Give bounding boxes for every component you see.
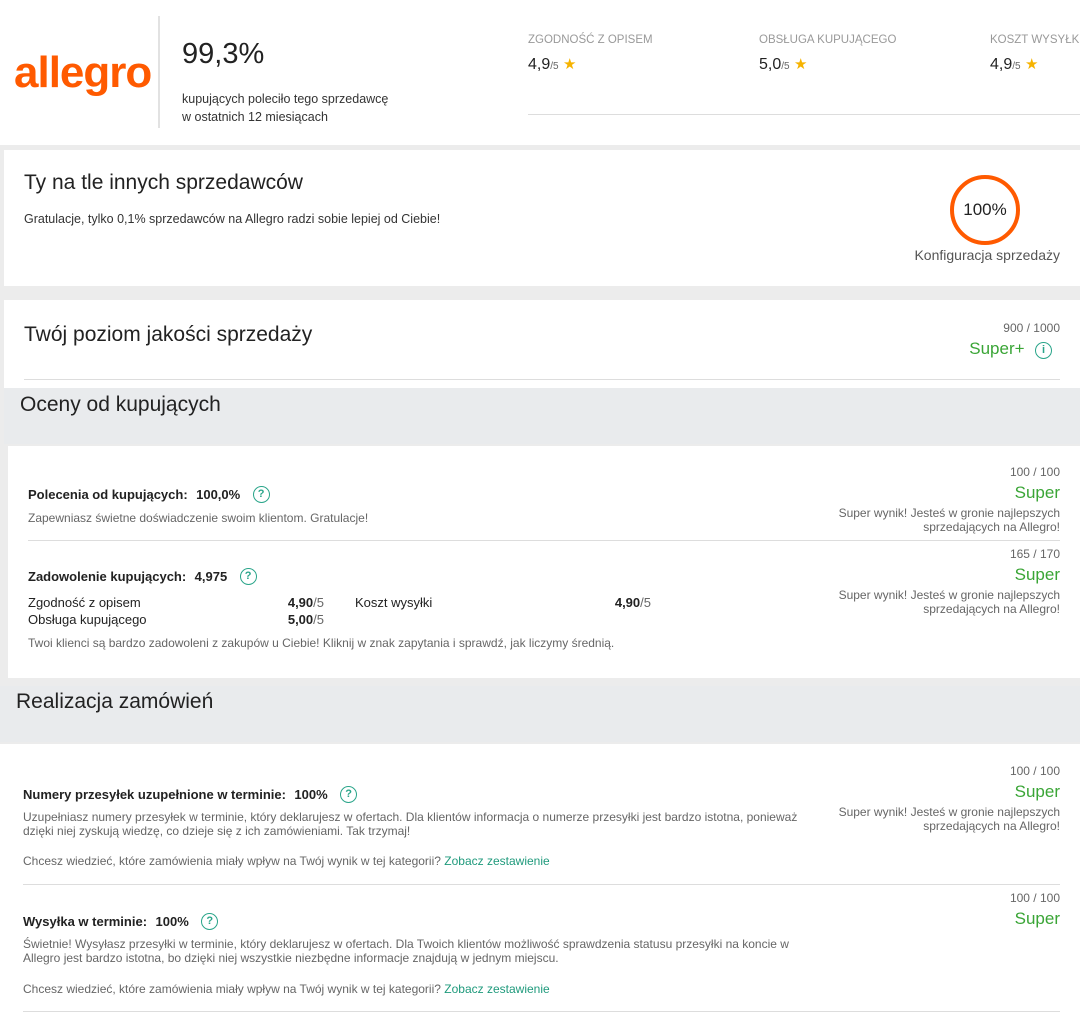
quality-level: Super+: [969, 339, 1025, 358]
item-value: 4,90: [287, 595, 314, 610]
recommend-text-line1: kupujących poleciło tego sprzedawcę: [182, 92, 389, 106]
satisfaction-item-desc: Zgodność z opisem 4,90/5: [28, 595, 324, 610]
tracking-score-block: 100 / 100 Super Super wynik! Jesteś w gr…: [830, 764, 1060, 833]
ratings-section-title: Oceny od kupujących: [20, 393, 221, 416]
header-divider: [158, 16, 160, 128]
item-scale: /5: [313, 595, 324, 610]
compare-text: Gratulacje, tylko 0,1% sprzedawców na Al…: [24, 212, 441, 226]
item-value: 4,90: [614, 595, 641, 610]
recommendations-label: Polecenia od kupujących:: [28, 487, 188, 502]
recommendations-score-block: 100 / 100 Super Super wynik! Jesteś w gr…: [830, 465, 1060, 534]
rating-value-row: 5,0/5 ★: [759, 55, 896, 74]
rating-desc: ZGODNOŚĆ Z OPISEM 4,9/5 ★: [528, 34, 653, 74]
question-icon[interactable]: ?: [239, 568, 257, 586]
satisfaction-item-service: Obsługa kupującego 5,00/5: [28, 612, 324, 627]
star-icon: ★: [794, 56, 808, 73]
tracking-label: Numery przesyłek uzupełnione w terminie:: [23, 787, 286, 802]
rating-label: ZGODNOŚĆ Z OPISEM: [528, 34, 653, 46]
orders-bottom-divider: [23, 1011, 1060, 1012]
orders-section-title: Realizacja zamówień: [16, 690, 214, 713]
shipping-score-block: 100 / 100 Super: [1010, 891, 1060, 929]
recommendations-level: Super: [1014, 483, 1060, 502]
rating-label: OBSŁUGA KUPUJĄCEGO: [759, 34, 897, 46]
quality-title: Twój poziom jakości sprzedaży: [24, 323, 313, 346]
rating-value: 4,9: [528, 56, 551, 73]
tracking-question: Chcesz wiedzieć, które zamówienia miały …: [23, 854, 441, 868]
recommendations-title-row: Polecenia od kupujących: 100,0% ?: [28, 486, 270, 504]
tracking-score: 100 / 100: [1009, 764, 1060, 778]
rating-scale: /5: [1012, 61, 1021, 72]
rating-service: OBSŁUGA KUPUJĄCEGO 5,0/5 ★: [759, 34, 896, 74]
rating-shipping: KOSZT WYSYŁKI 4,9/5 ★: [990, 34, 1080, 74]
rating-value-row: 4,9/5 ★: [990, 55, 1080, 74]
shipping-value: 100%: [155, 914, 189, 929]
satisfaction-level-desc: Super wynik! Jesteś w gronie najlepszych…: [838, 588, 1060, 616]
satisfaction-level: Super: [1014, 565, 1060, 584]
item-scale: /5: [313, 612, 324, 627]
satisfaction-label: Zadowolenie kupujących:: [28, 569, 187, 584]
question-icon[interactable]: ?: [201, 913, 219, 931]
progress-circle: 100%: [950, 175, 1020, 245]
rating-value-row: 4,9/5 ★: [528, 55, 653, 74]
tracking-level: Super: [1014, 782, 1060, 801]
allegro-logo[interactable]: allegro: [14, 48, 152, 98]
shipping-title-row: Wysyłka w terminie: 100% ?: [23, 913, 219, 931]
quality-level-row: Super+ i: [940, 339, 1052, 359]
star-icon: ★: [1025, 56, 1039, 73]
rating-value: 5,0: [759, 56, 782, 73]
quality-underline: [24, 379, 1060, 380]
star-icon: ★: [563, 56, 577, 73]
compare-title: Ty na tle innych sprzedawców: [24, 171, 303, 194]
shipping-question: Chcesz wiedzieć, które zamówienia miały …: [23, 982, 441, 996]
orders-divider: [23, 884, 1060, 885]
header-ratings-underline: [528, 114, 1080, 115]
tracking-desc: Uzupełniasz numery przesyłek w terminie,…: [23, 810, 798, 838]
recommendations-value: 100,0%: [196, 487, 241, 502]
question-icon[interactable]: ?: [340, 786, 358, 804]
rating-scale: /5: [550, 61, 559, 72]
satisfaction-score-block: 165 / 170 Super Super wynik! Jesteś w gr…: [830, 547, 1060, 616]
tracking-value: 100%: [294, 787, 328, 802]
rating-value: 4,9: [990, 56, 1013, 73]
item-value: 5,00: [287, 612, 314, 627]
quality-score: 900 / 1000: [1003, 321, 1060, 335]
tracking-question-row: Chcesz wiedzieć, które zamówienia miały …: [23, 854, 550, 868]
item-label: Obsługa kupującego: [28, 612, 147, 627]
shipping-level: Super: [1014, 909, 1060, 928]
shipping-summary-link[interactable]: Zobacz zestawienie: [444, 982, 549, 996]
rating-scale: /5: [781, 61, 790, 72]
item-label: Koszt wysyłki: [355, 595, 433, 610]
shipping-label: Wysyłka w terminie:: [23, 914, 148, 929]
tracking-title-row: Numery przesyłek uzupełnione w terminie:…: [23, 786, 358, 804]
recommend-text-line2: w ostatnich 12 miesiącach: [182, 110, 328, 124]
shipping-question-row: Chcesz wiedzieć, które zamówienia miały …: [23, 982, 550, 996]
satisfaction-title-row: Zadowolenie kupujących: 4,975 ?: [28, 568, 257, 586]
satisfaction-desc: Twoi klienci są bardzo zadowoleni z zaku…: [28, 636, 615, 650]
recommendations-level-desc: Super wynik! Jesteś w gronie najlepszych…: [838, 506, 1060, 534]
question-icon[interactable]: ?: [252, 486, 270, 504]
shipping-desc: Świetnie! Wysyłasz przesyłki w terminie,…: [23, 937, 789, 965]
item-value-wrap: 4,90/5: [288, 595, 324, 610]
progress-circle-value: 100%: [963, 200, 1007, 219]
satisfaction-value: 4,975: [194, 569, 228, 584]
satisfaction-item-shipping: Koszt wysyłki 4,90/5: [355, 595, 651, 610]
recommend-text: kupujących poleciło tego sprzedawcę w os…: [182, 90, 388, 126]
item-scale: /5: [640, 595, 651, 610]
satisfaction-score: 165 / 170: [1009, 547, 1060, 561]
circle-label: Konfiguracja sprzedaży: [914, 247, 1060, 263]
rating-label: KOSZT WYSYŁKI: [990, 34, 1080, 46]
recommendations-score: 100 / 100: [1009, 465, 1060, 479]
recommend-percent: 99,3%: [182, 38, 265, 70]
shipping-score: 100 / 100: [1009, 891, 1060, 905]
ratings-divider: [28, 540, 1060, 541]
item-value-wrap: 4,90/5: [615, 595, 651, 610]
recommendations-desc: Zapewniasz świetne doświadczenie swoim k…: [28, 511, 369, 525]
info-icon[interactable]: i: [1035, 342, 1052, 359]
tracking-summary-link[interactable]: Zobacz zestawienie: [444, 854, 549, 868]
item-label: Zgodność z opisem: [28, 595, 141, 610]
tracking-level-desc: Super wynik! Jesteś w gronie najlepszych…: [838, 805, 1060, 833]
item-value-wrap: 5,00/5: [288, 612, 324, 627]
